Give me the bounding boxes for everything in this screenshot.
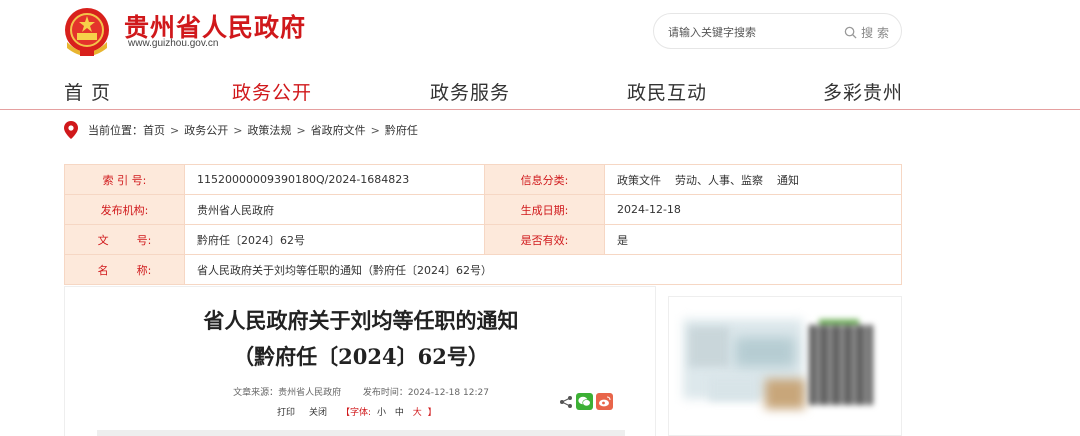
blurred-image bbox=[735, 337, 795, 367]
generated-date-value: 2024-12-18 bbox=[604, 194, 902, 225]
font-size-medium-button[interactable]: 中 bbox=[395, 408, 404, 418]
search-input[interactable] bbox=[668, 23, 828, 41]
font-size-controls: 【字体: 小 中 大 】 bbox=[341, 405, 437, 418]
table-row: 发布机构: 贵州省人民政府 生成日期: 2024-12-18 bbox=[64, 194, 902, 225]
article-title: 省人民政府关于刘均等任职的通知 bbox=[203, 308, 519, 333]
wechat-share-icon[interactable] bbox=[576, 393, 593, 410]
publisher-value: 贵州省人民政府 bbox=[184, 194, 485, 225]
document-number-value: 黔府任〔2024〕62号 bbox=[184, 224, 485, 255]
generated-date-label: 生成日期: bbox=[484, 194, 605, 225]
breadcrumb-link-provincial-documents[interactable]: 省政府文件 bbox=[311, 122, 366, 138]
font-size-suffix: 】 bbox=[427, 408, 437, 418]
breadcrumb-separator: > bbox=[370, 123, 380, 137]
article-panel: 省人民政府关于刘均等任职的通知 （黔府任〔2024〕62号） 文章来源：贵州省人… bbox=[64, 286, 656, 436]
document-name-value: 省人民政府关于刘均等任职的通知（黔府任〔2024〕62号） bbox=[184, 254, 902, 285]
index-number-value: 11520000009390180Q/2024-1684823 bbox=[184, 164, 485, 195]
breadcrumb-prefix: 当前位置： bbox=[88, 124, 143, 137]
validity-label: 是否有效: bbox=[484, 224, 605, 255]
article-source: 文章来源：贵州省人民政府 bbox=[233, 388, 342, 398]
weibo-share-icon[interactable] bbox=[596, 393, 613, 410]
article-publish-time: 发布时间：2024-12-18 12:27 bbox=[362, 388, 489, 398]
site-header: 贵州省人民政府 www.guizhou.gov.cn 搜 索 bbox=[0, 0, 1080, 70]
nav-item-colorful-guizhou[interactable]: 多彩贵州 bbox=[823, 78, 903, 105]
search-icon bbox=[844, 26, 857, 39]
table-row: 文 号: 黔府任〔2024〕62号 是否有效: 是 bbox=[64, 224, 902, 255]
breadcrumb-separator: > bbox=[170, 123, 180, 137]
blurred-image bbox=[765, 379, 805, 409]
document-meta-table: 索 引 号: 11520000009390180Q/2024-1684823 信… bbox=[64, 164, 902, 285]
breadcrumb: 当前位置： 首页 > 政务公开 > 政策法规 > 省政府文件 > 黔府任 bbox=[64, 120, 418, 140]
table-row: 名 称: 省人民政府关于刘均等任职的通知（黔府任〔2024〕62号） bbox=[64, 254, 902, 285]
font-size-prefix: 【字体: bbox=[341, 408, 372, 418]
search-button-label: 搜 索 bbox=[861, 25, 889, 40]
breadcrumb-link-home[interactable]: 首页 bbox=[143, 122, 165, 138]
category-label: 信息分类: bbox=[484, 164, 605, 195]
search-button[interactable]: 搜 索 bbox=[844, 22, 889, 42]
main-nav: 首 页 政务公开 政务服务 政民互动 多彩贵州 bbox=[0, 70, 1080, 110]
site-url[interactable]: www.guizhou.gov.cn bbox=[128, 38, 218, 49]
index-number-label: 索 引 号: bbox=[64, 164, 185, 195]
breadcrumb-link-policies[interactable]: 政策法规 bbox=[247, 122, 291, 138]
search-box: 搜 索 bbox=[653, 13, 902, 49]
font-size-small-button[interactable]: 小 bbox=[377, 408, 386, 418]
nav-item-government-services[interactable]: 政务服务 bbox=[430, 78, 510, 105]
breadcrumb-separator: > bbox=[233, 123, 243, 137]
validity-value: 是 bbox=[604, 224, 902, 255]
category-value: 政策文件 劳动、人事、监察 通知 bbox=[604, 164, 902, 195]
share-icon[interactable] bbox=[559, 395, 573, 409]
qr-code-image bbox=[809, 325, 873, 405]
font-size-large-button[interactable]: 大 bbox=[413, 408, 422, 418]
close-button[interactable]: 关闭 bbox=[309, 405, 327, 418]
article-divider bbox=[97, 430, 625, 436]
document-name-label: 名 称: bbox=[64, 254, 185, 285]
document-number-label: 文 号: bbox=[64, 224, 185, 255]
share-bar bbox=[559, 393, 613, 410]
publisher-label: 发布机构: bbox=[64, 194, 185, 225]
article-tools: 打印 关闭 【字体: 小 中 大 】 bbox=[277, 405, 437, 418]
qr-code-panel[interactable] bbox=[668, 296, 902, 436]
table-row: 索 引 号: 11520000009390180Q/2024-1684823 信… bbox=[64, 164, 902, 195]
breadcrumb-link-government-affairs[interactable]: 政务公开 bbox=[184, 122, 228, 138]
print-button[interactable]: 打印 bbox=[277, 405, 295, 418]
article-subtitle: （黔府任〔2024〕62号） bbox=[233, 344, 489, 369]
location-pin-icon bbox=[64, 121, 78, 139]
nav-item-home[interactable]: 首 页 bbox=[64, 78, 111, 105]
national-emblem-icon[interactable] bbox=[62, 6, 112, 58]
blurred-image bbox=[689, 327, 729, 367]
nav-item-public-interaction[interactable]: 政民互动 bbox=[627, 78, 707, 105]
nav-item-government-affairs-disclosure[interactable]: 政务公开 bbox=[232, 78, 312, 105]
breadcrumb-link-qianfuren[interactable]: 黔府任 bbox=[385, 122, 418, 138]
breadcrumb-separator: > bbox=[296, 123, 306, 137]
blurred-image bbox=[709, 377, 759, 401]
